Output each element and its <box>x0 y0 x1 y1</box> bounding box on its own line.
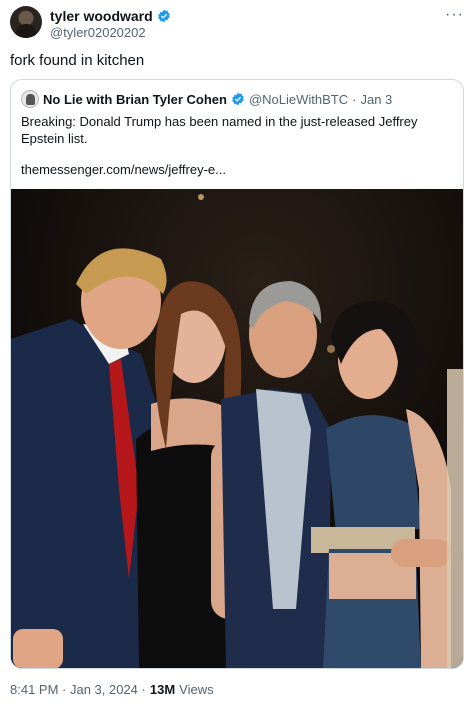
quoted-tweet-text: Breaking: Donald Trump has been named in… <box>21 114 418 146</box>
tweet-timestamp[interactable]: 8:41 PM · Jan 3, 2024 · <box>10 682 146 697</box>
quoted-display-name: No Lie with Brian Tyler Cohen <box>43 91 227 107</box>
tweet-meta: 8:41 PM · Jan 3, 2024 · 13M Views <box>10 682 214 697</box>
quoted-handle: @NoLieWithBTC <box>248 91 349 107</box>
quoted-tweet-header: No Lie with Brian Tyler Cohen @NoLieWith… <box>21 90 392 108</box>
author-handle[interactable]: @tyler02020202 <box>50 25 146 40</box>
tweet-text: fork found in kitchen <box>10 52 145 69</box>
views-label: Views <box>179 682 214 697</box>
quoted-avatar <box>21 90 39 108</box>
author-name-row: tyler woodward <box>50 8 171 24</box>
author-display-name[interactable]: tyler woodward <box>50 8 153 24</box>
quoted-tweet-card[interactable]: No Lie with Brian Tyler Cohen @NoLieWith… <box>10 79 464 669</box>
photo-illustration <box>11 189 463 668</box>
quoted-date: Jan 3 <box>360 91 393 107</box>
tweet: tyler woodward @tyler02020202 ··· fork f… <box>0 0 474 707</box>
quoted-separator: · <box>352 91 357 107</box>
verified-badge-icon <box>232 92 244 106</box>
quoted-link[interactable]: themessenger.com/news/jeffrey-e... <box>21 162 226 177</box>
avatar[interactable] <box>10 6 42 38</box>
views-count: 13M <box>149 682 176 697</box>
tweet-header: tyler woodward @tyler02020202 ··· <box>10 6 464 40</box>
quoted-photo[interactable] <box>11 189 463 668</box>
verified-badge-icon <box>157 9 170 23</box>
more-options-icon[interactable]: ··· <box>445 6 464 24</box>
